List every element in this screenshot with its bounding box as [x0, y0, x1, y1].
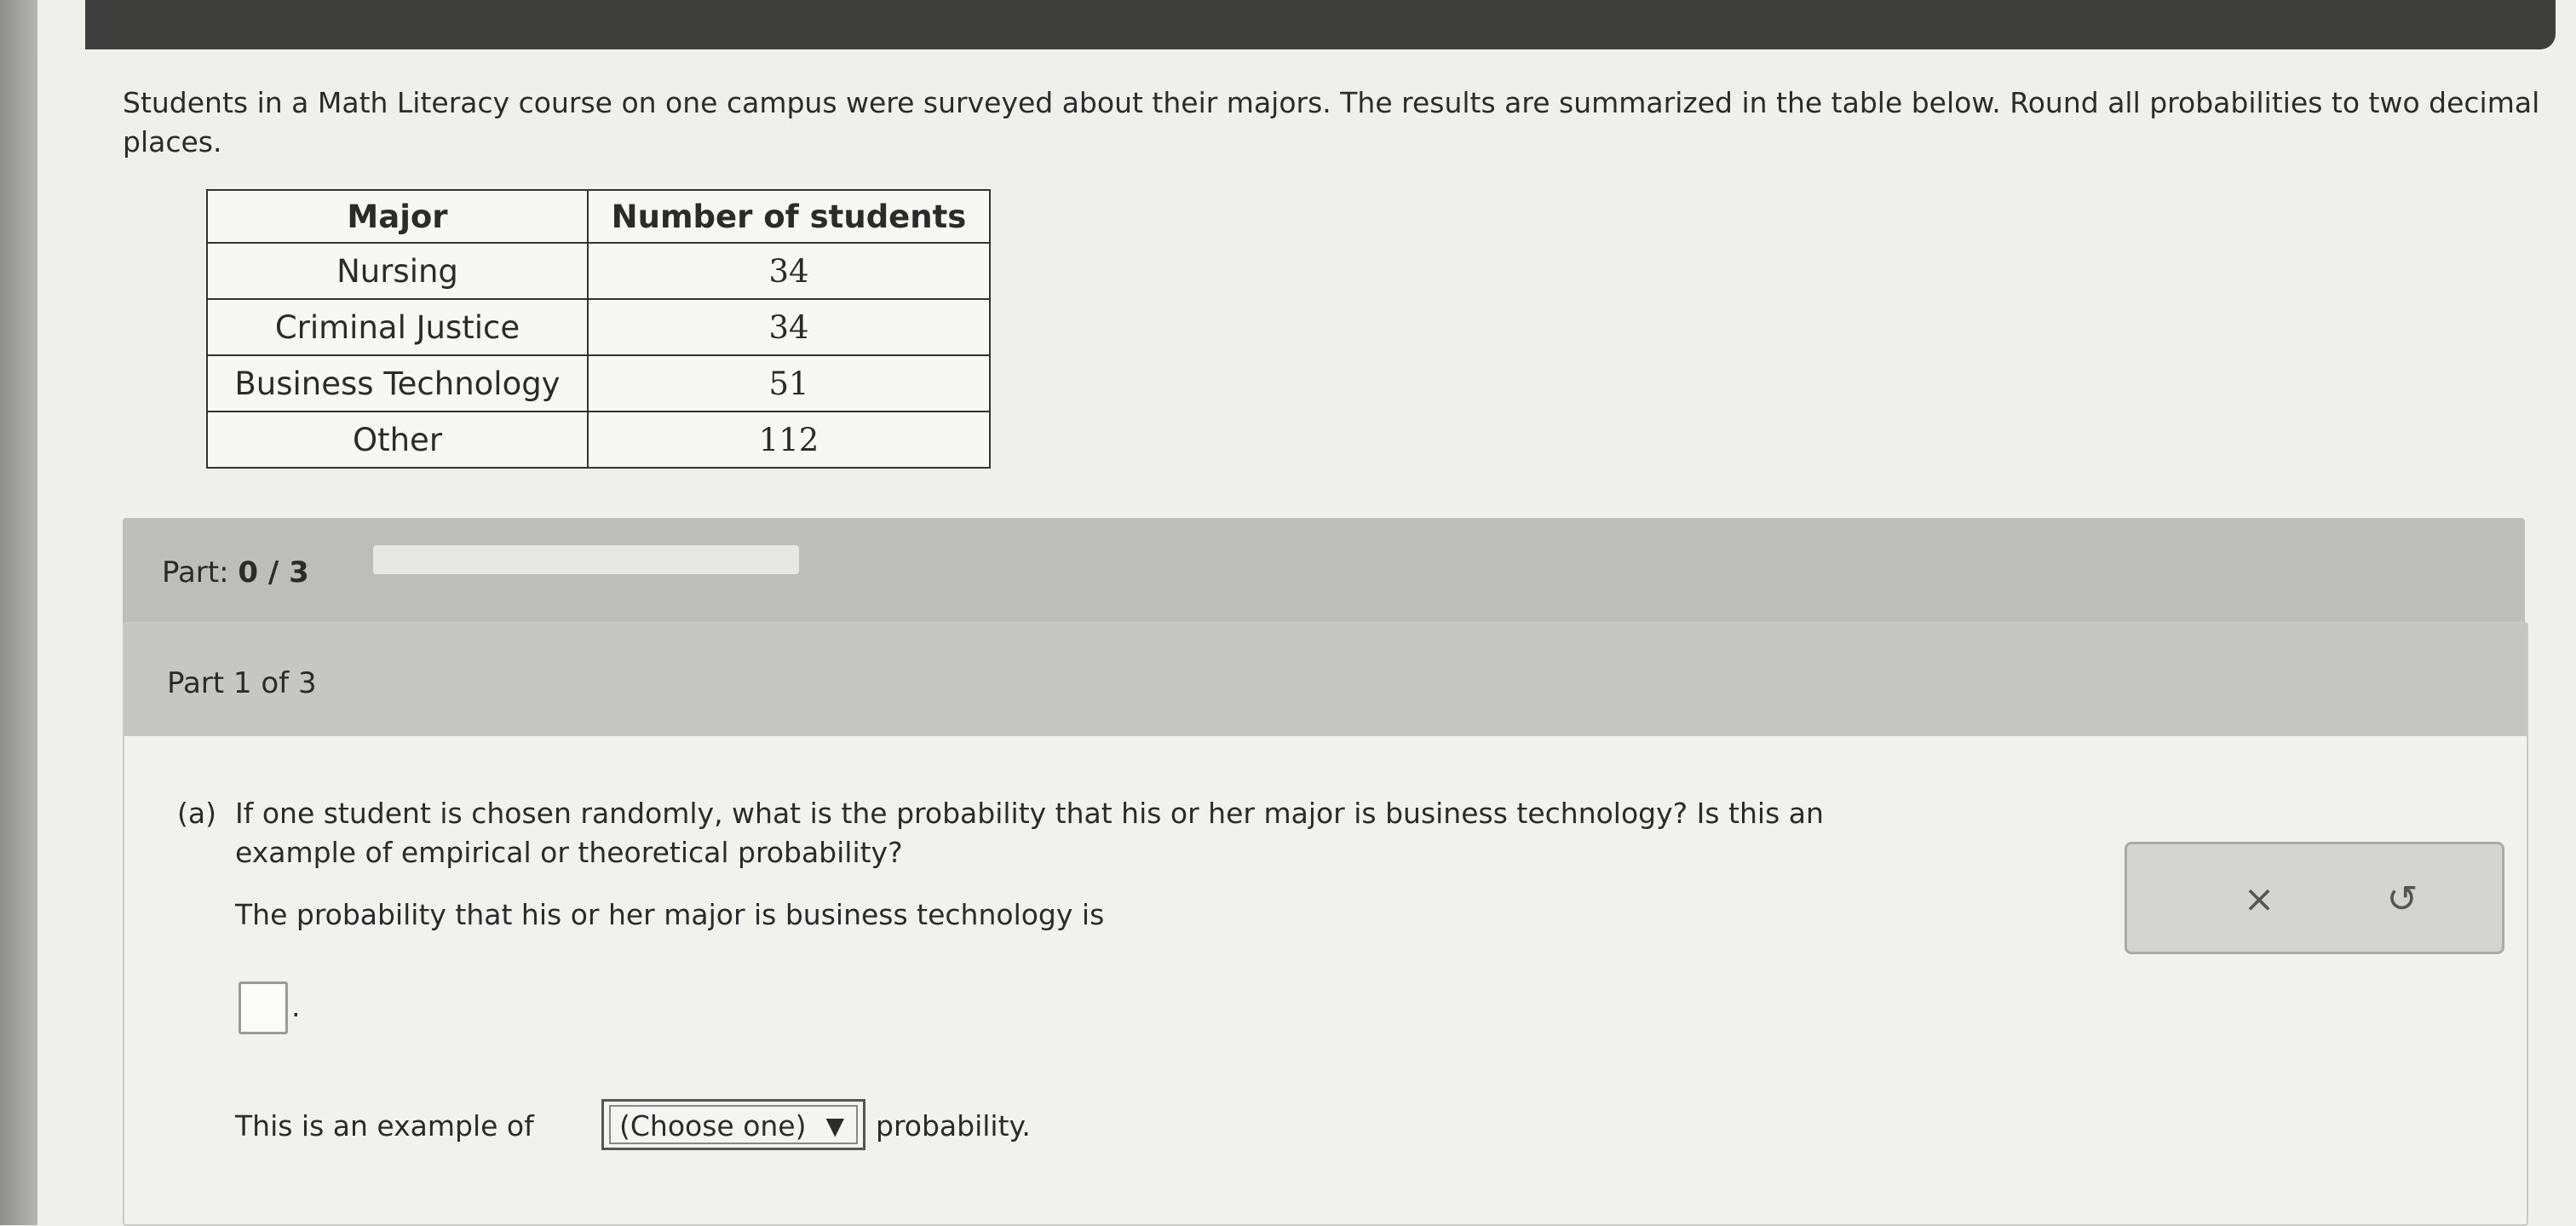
table-row: Other 112: [206, 411, 991, 469]
top-bar: [85, 0, 2556, 49]
progress-prefix: Part:: [162, 555, 229, 590]
progress-label: Part: 0 / 3: [162, 555, 309, 590]
dropdown-arrow-icon: ▼: [825, 1112, 844, 1140]
progress-track: [373, 545, 799, 574]
select-inner[interactable]: (Choose one) ▼: [609, 1105, 858, 1144]
question-line-2: example of empirical or theoretical prob…: [235, 836, 903, 869]
question-text: (a) If one student is chosen randomly, wh…: [177, 794, 2017, 872]
count-cell: 112: [587, 411, 991, 469]
major-cell: Criminal Justice: [206, 298, 589, 356]
question-line-1: If one student is chosen randomly, what …: [235, 797, 1824, 830]
probability-prompt: The probability that his or her major is…: [235, 898, 1105, 931]
part-progress-bar: Part: 0 / 3: [123, 518, 2525, 632]
left-edge: [0, 0, 37, 1225]
problem-intro: Students in a Math Literacy course on on…: [123, 86, 2540, 158]
answer-actions-panel: × ↺: [2125, 842, 2504, 954]
progress-value: 0 / 3: [238, 555, 309, 590]
count-cell: 51: [587, 354, 991, 412]
question-label: (a): [177, 797, 216, 830]
major-cell: Nursing: [206, 242, 589, 300]
part-title: Part 1 of 3: [167, 666, 317, 700]
header-number-of-students: Number of students: [587, 189, 991, 244]
undo-icon[interactable]: ↺: [2372, 870, 2432, 930]
major-cell: Other: [206, 411, 589, 469]
count-cell: 34: [587, 242, 991, 300]
probability-type-select[interactable]: (Choose one) ▼: [601, 1099, 865, 1150]
clear-icon[interactable]: ×: [2229, 870, 2289, 930]
major-cell: Business Technology: [206, 354, 589, 412]
table-header-row: Major Number of students: [206, 189, 991, 244]
count-cell: 34: [587, 298, 991, 356]
table-row: Nursing 34: [206, 242, 991, 300]
select-value: (Choose one): [619, 1109, 807, 1143]
part-header: Part 1 of 3: [124, 624, 2527, 736]
probability-answer-input[interactable]: [239, 981, 288, 1034]
content: Students in a Math Literacy course on on…: [37, 49, 2576, 1226]
answer-period: .: [291, 990, 301, 1023]
example-prefix: This is an example of: [235, 1109, 534, 1143]
table-row: Criminal Justice 34: [206, 298, 991, 356]
header-major: Major: [206, 189, 589, 244]
table-row: Business Technology 51: [206, 354, 991, 412]
example-suffix: probability.: [876, 1109, 1031, 1143]
majors-table: Major Number of students Nursing 34 Crim…: [206, 189, 991, 469]
